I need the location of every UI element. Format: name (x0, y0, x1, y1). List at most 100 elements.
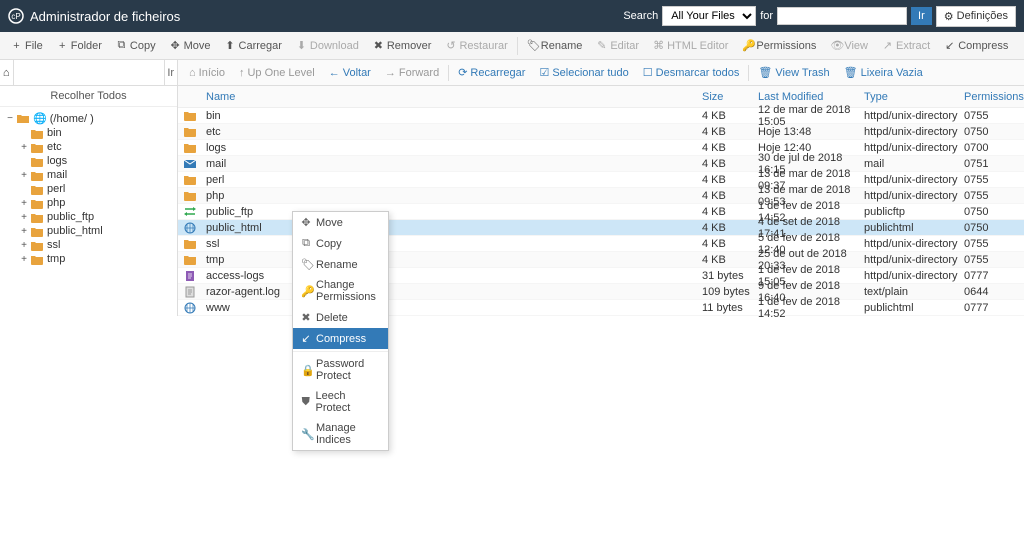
compress-button[interactable]: ↙Compress (937, 35, 1015, 56)
download-button[interactable]: ⬇Download (289, 35, 366, 56)
nav-home[interactable]: ⌂Início (182, 65, 232, 81)
ctx-manage-indices[interactable]: 🔧Manage Indices (293, 418, 388, 450)
forward-icon: → (385, 67, 396, 79)
table-row[interactable]: etc 4 KB Hoje 13:48 httpd/unix-directory… (178, 124, 1024, 140)
nav-unselect-all[interactable]: ☐Desmarcar todos (636, 64, 747, 81)
toggle-icon[interactable]: + (18, 254, 30, 265)
edit-button[interactable]: ✎Editar (589, 35, 646, 56)
col-permissions[interactable]: Permissions (964, 91, 1024, 103)
row-name: logs (202, 142, 702, 154)
tree-label: tmp (47, 253, 65, 265)
row-modified: 12 de mar de 2018 15:05 (758, 104, 864, 128)
table-row[interactable]: mail 4 KB 30 de jul de 2018 16:15 mail 0… (178, 156, 1024, 172)
extract-button[interactable]: ↗Extract (875, 35, 937, 56)
nav-select-all[interactable]: ☑Selecionar tudo (532, 64, 635, 81)
ctx-copy[interactable]: ⧉Copy (293, 233, 388, 254)
tree-item[interactable]: +ssl (2, 238, 175, 252)
toggle-icon[interactable]: + (18, 240, 30, 251)
row-modified: 1 de fev de 2018 14:52 (758, 296, 864, 320)
table-row[interactable]: logs 4 KB Hoje 12:40 httpd/unix-director… (178, 140, 1024, 156)
permissions-button[interactable]: 🔑Permissions (735, 35, 823, 56)
toggle-icon[interactable]: + (18, 212, 30, 223)
row-size: 4 KB (702, 190, 758, 202)
view-button[interactable]: 👁View (823, 35, 875, 56)
home-button[interactable]: ⌂ (0, 60, 14, 86)
nav-view-trash[interactable]: 🗑View Trash (751, 64, 836, 81)
table-row[interactable]: php 4 KB 13 de mar de 2018 09:53 httpd/u… (178, 188, 1024, 204)
row-icon (178, 126, 202, 137)
back-icon: ← (329, 67, 340, 79)
row-permissions: 0755 (964, 190, 1024, 202)
table-row[interactable]: perl 4 KB 13 de mar de 2018 09:37 httpd/… (178, 172, 1024, 188)
row-name: access-logs (202, 270, 702, 282)
upload-button[interactable]: ⬆Carregar (218, 35, 289, 56)
search-scope-select[interactable]: All Your Files (662, 6, 756, 26)
ctx-rename[interactable]: 🏷Rename (293, 254, 388, 275)
tree-item[interactable]: +php (2, 196, 175, 210)
ctx-leech-protect[interactable]: ⛊Leech Protect (293, 386, 388, 418)
col-name[interactable]: Name (202, 91, 702, 103)
ctx-move[interactable]: ✥Move (293, 212, 388, 233)
compress-icon: ↙ (301, 332, 311, 345)
settings-button[interactable]: ⚙ Definições (936, 6, 1016, 27)
tree-item[interactable]: + tmp (2, 252, 175, 266)
nav-back[interactable]: ←Voltar (322, 65, 378, 81)
nav-empty-trash[interactable]: 🗑Lixeira Vazia (837, 64, 930, 81)
table-header: Name Size Last Modified Type Permissions (178, 86, 1024, 108)
ctx-change-permissions[interactable]: 🔑Change Permissions (293, 275, 388, 307)
tree-item[interactable]: perl (2, 182, 175, 196)
row-size: 4 KB (702, 142, 758, 154)
copy-button[interactable]: ⧉Copy (109, 35, 163, 56)
tree-item[interactable]: logs (2, 154, 175, 168)
tree-root-label: 🌐 (/home/ ) (33, 112, 94, 125)
tree-item[interactable]: bin (2, 126, 175, 140)
tree-item[interactable]: + mail (2, 168, 175, 182)
tree-root[interactable]: − 🌐 (/home/ ) (2, 111, 175, 126)
ctx-compress[interactable]: ↙Compress (293, 328, 388, 349)
toggle-icon[interactable]: + (18, 226, 30, 237)
tree-label: mail (47, 169, 67, 181)
row-name: etc (202, 126, 702, 138)
toggle-icon[interactable]: + (18, 170, 30, 181)
col-modified[interactable]: Last Modified (758, 91, 864, 103)
app-title: Administrador de ficheiros (30, 9, 180, 24)
tree-item[interactable]: +etc (2, 140, 175, 154)
toggle-icon[interactable]: + (18, 142, 30, 153)
nav-up[interactable]: ↑Up One Level (232, 65, 322, 81)
for-label: for (760, 10, 773, 22)
restore-button[interactable]: ↺Restaurar (438, 35, 514, 56)
row-permissions: 0777 (964, 302, 1024, 314)
row-permissions: 0755 (964, 254, 1024, 266)
col-type[interactable]: Type (864, 91, 964, 103)
html-editor-button[interactable]: ⌘HTML Editor (646, 35, 735, 56)
collapse-all-button[interactable]: Recolher Todos (0, 86, 177, 107)
row-permissions: 0700 (964, 142, 1024, 154)
ctx-delete[interactable]: ✖Delete (293, 307, 388, 328)
app-header: cP Administrador de ficheiros Search All… (0, 0, 1024, 32)
move-icon: ✥ (301, 216, 311, 229)
rename-button[interactable]: 🏷Rename (520, 35, 590, 56)
file-button[interactable]: +File (4, 36, 50, 56)
tree-item[interactable]: +public_ftp (2, 210, 175, 224)
path-go-button[interactable]: Ir (164, 60, 178, 86)
search-input[interactable] (777, 7, 907, 25)
nav-forward[interactable]: →Forward (378, 65, 446, 81)
minus-icon[interactable]: − (4, 113, 16, 124)
table-row[interactable]: bin 4 KB 12 de mar de 2018 15:05 httpd/u… (178, 108, 1024, 124)
rename-icon: 🏷 (527, 39, 538, 52)
path-input[interactable] (14, 61, 164, 85)
folder-button[interactable]: +Folder (50, 36, 109, 56)
nav-reload[interactable]: ⟳Recarregar (451, 64, 532, 81)
search-go-button[interactable]: Ir (911, 7, 932, 25)
compress-icon: ↙ (944, 39, 955, 52)
row-permissions: 0755 (964, 174, 1024, 186)
tree-item[interactable]: +public_html (2, 224, 175, 238)
folder-icon (30, 169, 44, 181)
folder-icon (30, 141, 44, 153)
folder-icon (30, 253, 44, 265)
ctx-password-protect[interactable]: 🔒Password Protect (293, 354, 388, 386)
move-button[interactable]: ✥Move (163, 35, 218, 56)
toggle-icon[interactable]: + (18, 198, 30, 209)
remove-button[interactable]: ✖Remover (366, 35, 439, 56)
col-size[interactable]: Size (702, 91, 758, 103)
